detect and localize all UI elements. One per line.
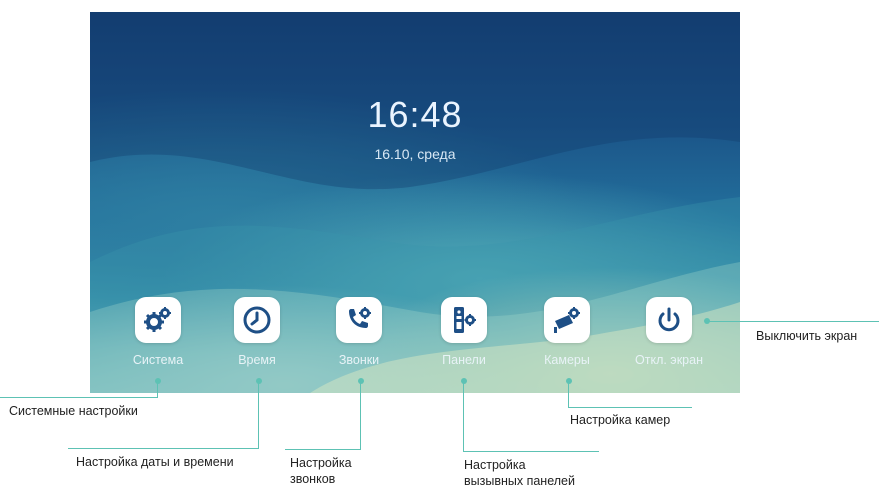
callout-panels-settings: Настройка вызывных панелей bbox=[464, 457, 575, 489]
app-calls-label: Звонки bbox=[338, 353, 380, 367]
callout-line-time-h bbox=[68, 448, 259, 449]
app-time-label: Время bbox=[238, 353, 276, 367]
callout-dot-panels bbox=[461, 378, 467, 384]
gears-icon bbox=[144, 307, 171, 332]
callout-line-time-v bbox=[258, 381, 259, 448]
app-system[interactable]: Система bbox=[118, 297, 198, 367]
callout-line-panels-v bbox=[463, 381, 464, 451]
callout-line-calls-h bbox=[285, 449, 361, 450]
power-icon bbox=[658, 307, 680, 332]
callout-panels-line1: Настройка bbox=[464, 458, 526, 472]
callout-calls-line2: звонков bbox=[290, 472, 336, 486]
callout-system-settings: Системные настройки bbox=[9, 404, 138, 418]
intercom-panel-icon bbox=[454, 307, 476, 333]
app-time-tile[interactable] bbox=[234, 297, 280, 343]
clock-time: 16:48 bbox=[367, 94, 463, 135]
callout-line-panels-h bbox=[463, 451, 599, 452]
callout-cameras-settings: Настройка камер bbox=[570, 413, 671, 427]
app-system-label: Система bbox=[132, 353, 184, 367]
app-cameras[interactable]: Камеры bbox=[527, 297, 607, 367]
callout-screen-off: Выключить экран bbox=[756, 329, 858, 343]
app-cameras-label: Камеры bbox=[544, 353, 590, 367]
app-time[interactable]: Время bbox=[217, 297, 297, 367]
callout-panels-line2: вызывных панелей bbox=[464, 474, 575, 488]
callout-line-cameras-v bbox=[568, 381, 569, 407]
callout-dot-time bbox=[256, 378, 262, 384]
callout-line-calls-v bbox=[360, 381, 361, 449]
camera-settings-icon bbox=[554, 307, 580, 333]
callout-dot-calls bbox=[358, 378, 364, 384]
callout-line-cameras-h bbox=[568, 407, 692, 408]
app-calls-tile[interactable] bbox=[336, 297, 382, 343]
app-screen-off-label: Откл. экран bbox=[635, 353, 703, 367]
callout-line-system-h bbox=[0, 397, 158, 398]
clock-icon bbox=[243, 306, 271, 334]
app-system-tile[interactable] bbox=[135, 297, 181, 343]
app-screen-off-tile[interactable] bbox=[646, 297, 692, 343]
callout-dot-cameras bbox=[566, 378, 572, 384]
clock-date: 16.10, среда bbox=[374, 146, 456, 162]
app-panels-label: Панели bbox=[442, 353, 486, 367]
app-calls[interactable]: Звонки bbox=[319, 297, 399, 367]
callout-calls-line1: Настройка bbox=[290, 456, 352, 470]
callout-line-screen-off-h bbox=[707, 321, 879, 322]
device-screen: 16:48 16.10, среда Система Время Звонки … bbox=[90, 12, 740, 393]
callout-dot-system bbox=[155, 378, 161, 384]
callout-line-system-v bbox=[157, 381, 158, 397]
phone-settings-icon bbox=[349, 307, 371, 328]
app-cameras-tile[interactable] bbox=[544, 297, 590, 343]
app-panels-tile[interactable] bbox=[441, 297, 487, 343]
callout-time-settings: Настройка даты и времени bbox=[76, 455, 234, 469]
callout-calls-settings: Настройка звонков bbox=[290, 455, 352, 487]
app-panels[interactable]: Панели bbox=[424, 297, 504, 367]
app-screen-off[interactable]: Откл. экран bbox=[629, 297, 709, 367]
